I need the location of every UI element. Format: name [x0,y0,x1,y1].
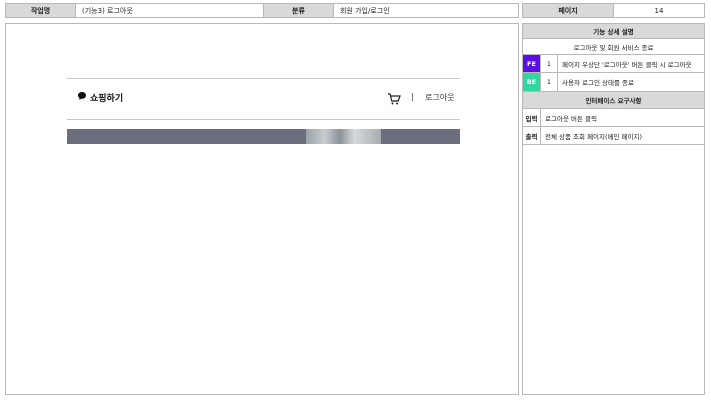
main-banner [67,129,460,144]
frontend-row-description: 페이지 우상단 '로그아웃' 버튼 클릭 시 로그아웃 [557,54,705,73]
site-header: 쇼핑하기 | 로그아웃 [67,78,460,120]
output-label: 출력 [522,126,541,145]
frontend-tag: FE [522,54,541,73]
frontend-row-number: 1 [540,54,558,73]
input-value: 로그아웃 버튼 클릭 [540,108,705,127]
detail-summary: 로그아웃 및 회원 서비스 종료 [522,38,705,55]
category-label: 분류 [263,3,334,18]
detail-section-title: 기능 상세 설명 [522,23,705,39]
task-name-label: 작업명 [5,3,76,18]
nav-separator: | [411,92,414,101]
input-label: 입력 [522,108,541,127]
banner-photo [306,129,381,144]
interface-section-title: 인터페이스 요구사항 [522,91,705,109]
spec-panel-blank [522,144,705,395]
site-logo[interactable]: 쇼핑하기 [77,91,123,104]
page-number: 14 [613,3,705,18]
category-value: 회원 가입/로그인 [333,3,519,18]
ui-preview-panel: 쇼핑하기 | 로그아웃 [5,23,519,395]
backend-tag: BE [522,72,541,92]
cart-icon[interactable] [387,91,401,105]
backend-row-description: 사용자 로그인 상태를 종료 [557,72,705,92]
logout-button[interactable]: 로그아웃 [425,92,454,103]
output-value: 전체 상품 조회 페이지(메인 페이지) [540,126,705,145]
page-label: 페이지 [522,3,614,18]
backend-row-number: 1 [540,72,558,92]
site-brand-text: 쇼핑하기 [90,94,124,104]
chat-bubble-icon [77,91,87,104]
task-name-value: (기능3) 로그아웃 [75,3,264,18]
